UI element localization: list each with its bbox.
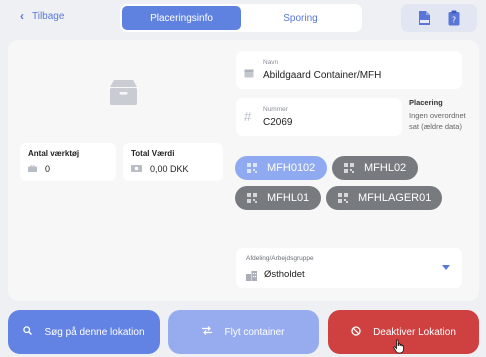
placement-info: Placering Ingen overordnet sat (ældre da…: [409, 98, 475, 132]
caret-down-icon: [442, 265, 450, 270]
calendar-icon: [244, 65, 254, 83]
back-button[interactable]: ‹ Tilbage: [20, 10, 64, 22]
segmented-control: Placeringsinfo Sporing: [120, 4, 362, 32]
department-select[interactable]: Afdeling/Arbejdsgruppe Østholdet: [236, 248, 462, 288]
deactivate-location-label: Deaktiver Lokation: [373, 326, 456, 338]
location-chip-label: MFHL02: [364, 162, 407, 174]
location-chip-label: MFHLAGER01: [358, 192, 432, 204]
department-value: Østholdet: [264, 269, 305, 280]
name-field[interactable]: Navn Abildgaard Container/MFH: [236, 51, 462, 89]
name-value: Abildgaard Container/MFH: [263, 70, 382, 81]
number-label: Nummer: [263, 106, 288, 113]
qr-code-icon: [338, 193, 348, 203]
search-location-button[interactable]: Søg på denne lokation: [8, 310, 160, 354]
swap-icon: [202, 326, 213, 338]
location-chip-label: MFH0102: [267, 162, 316, 174]
money-icon: [131, 164, 142, 174]
hash-icon: #: [244, 109, 252, 124]
move-container-label: Flyt container: [224, 326, 285, 338]
clipboard-icon[interactable]: ?: [446, 9, 462, 27]
box-icon: [110, 80, 137, 110]
tool-count-stat: Antal værktøj 0: [20, 143, 116, 181]
total-value-label: Total Værdi: [131, 149, 175, 158]
search-icon: [23, 326, 33, 338]
number-value: C2069: [263, 117, 293, 128]
location-chip[interactable]: MFH0102: [235, 156, 327, 180]
tab-placeringsinfo[interactable]: Placeringsinfo: [122, 6, 241, 30]
tool-count-value: 0: [45, 164, 51, 174]
total-value-stat: Total Værdi 0,00 DKK: [123, 143, 223, 181]
location-chip[interactable]: MFHL01: [235, 186, 321, 210]
document-actions: ?: [401, 4, 477, 32]
department-label: Afdeling/Arbejdsgruppe: [246, 255, 314, 262]
placement-title: Placering: [409, 98, 443, 107]
location-chip-label: MFHL01: [267, 192, 310, 204]
move-container-button[interactable]: Flyt container: [168, 310, 319, 354]
qr-code-icon: [247, 163, 257, 173]
search-location-label: Søg på denne lokation: [44, 326, 145, 338]
top-bar: ‹ Tilbage Placeringsinfo Sporing ?: [0, 0, 486, 36]
qr-code-icon: [247, 193, 257, 203]
tool-count-label: Antal værktøj: [28, 149, 80, 158]
ban-icon: [351, 325, 361, 339]
hand-cursor-icon: [393, 339, 405, 357]
pdf-icon[interactable]: [416, 9, 432, 27]
toolbox-icon: [28, 164, 37, 174]
name-label: Navn: [263, 59, 279, 66]
svg-text:?: ?: [452, 16, 456, 25]
buildings-icon: [246, 268, 257, 286]
location-chip[interactable]: MFHL02: [332, 156, 418, 180]
tab-sporing[interactable]: Sporing: [241, 6, 360, 30]
placement-value: Ingen overordnet sat (ældre data): [409, 111, 466, 131]
chevron-left-icon: ‹: [20, 9, 24, 23]
number-field[interactable]: # Nummer C2069: [236, 98, 402, 136]
back-label: Tilbage: [32, 10, 65, 22]
total-value-amount: 0,00 DKK: [150, 164, 189, 174]
qr-code-icon: [344, 163, 354, 173]
location-chip[interactable]: MFHLAGER01: [326, 186, 442, 210]
